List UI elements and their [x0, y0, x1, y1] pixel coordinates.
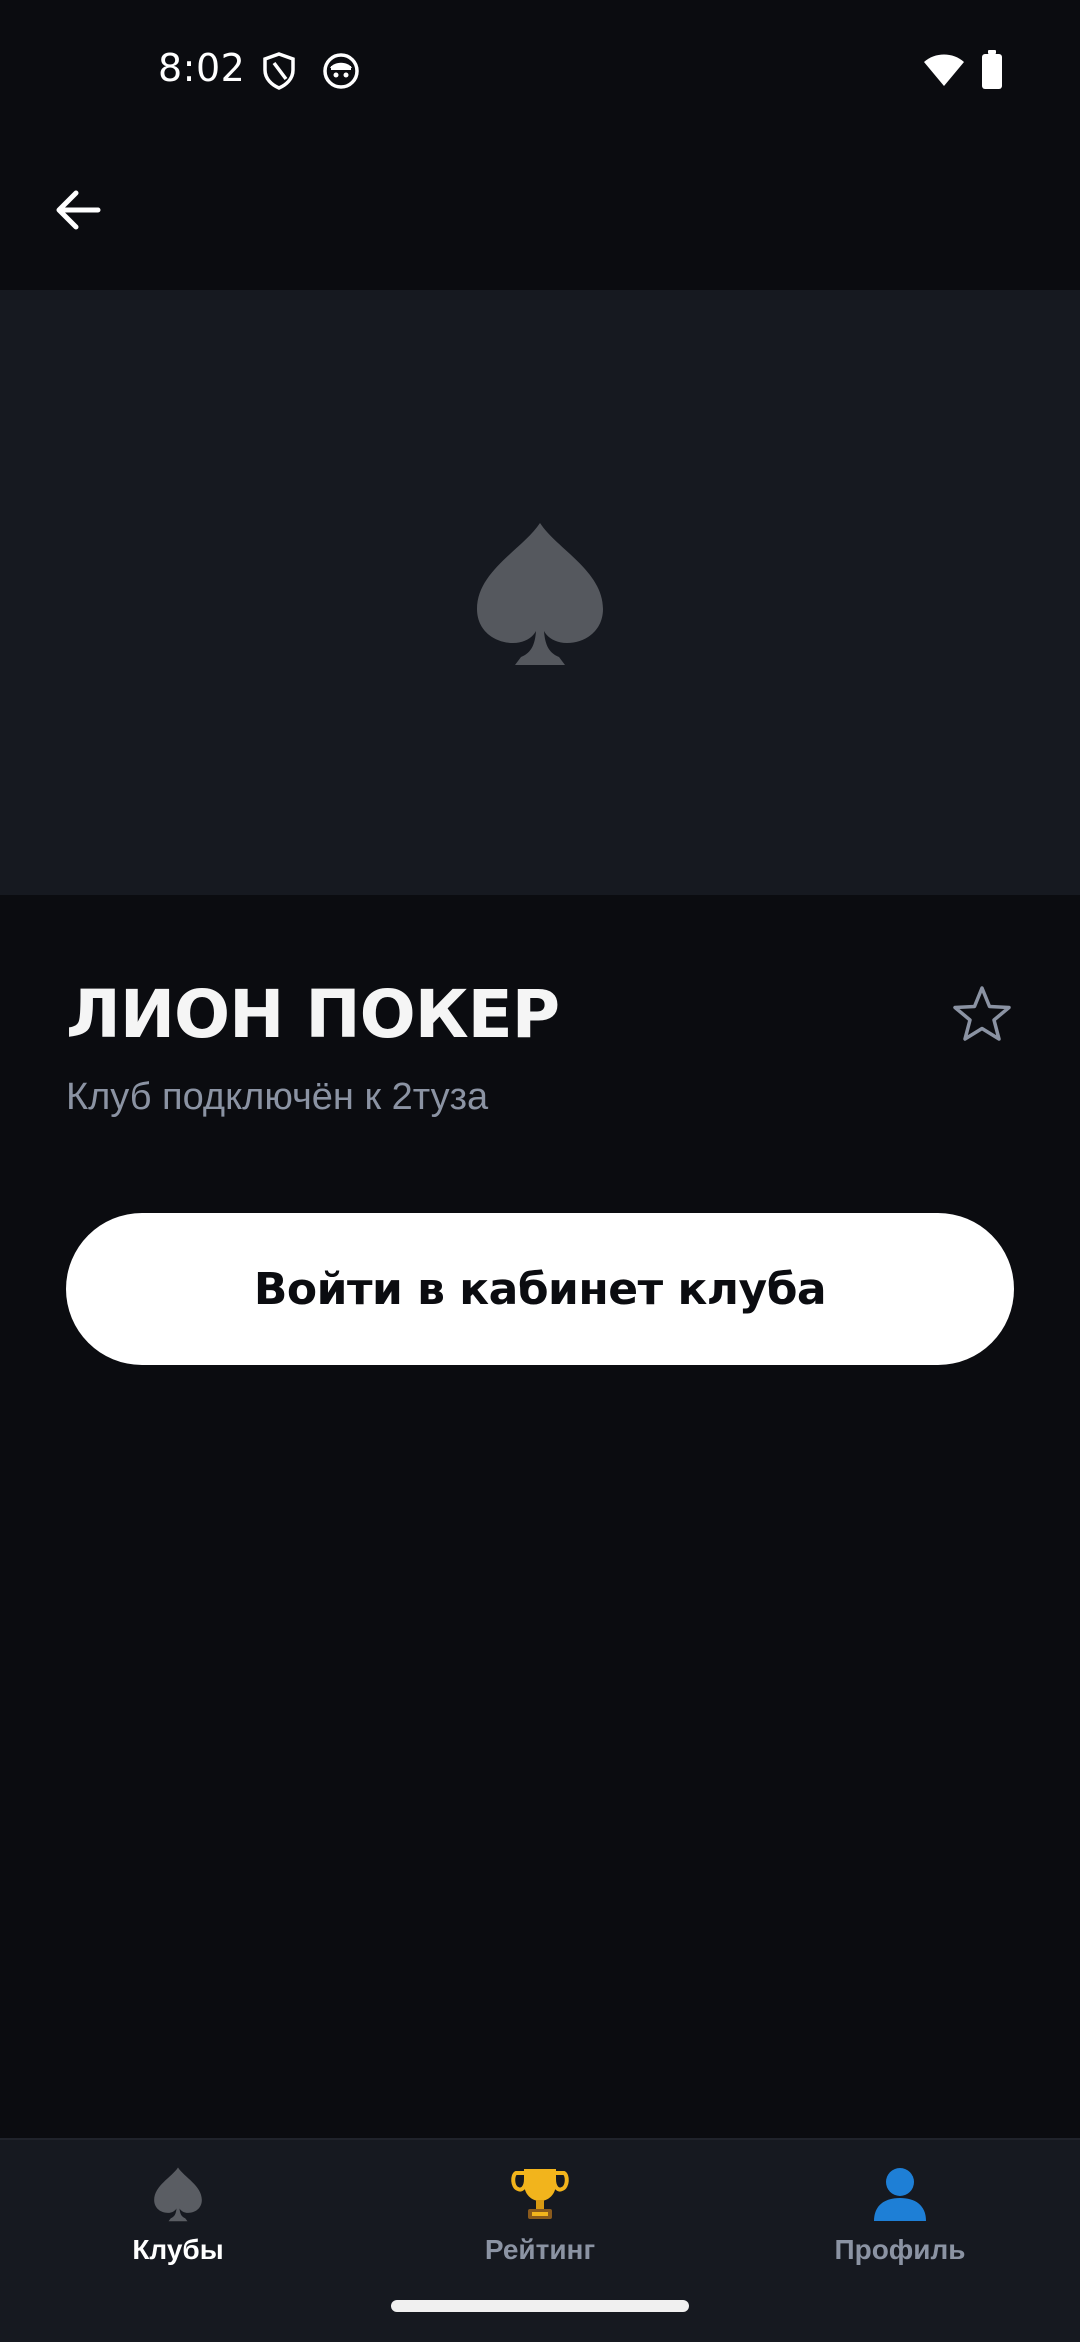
arrow-left-icon [56, 190, 101, 230]
cookie-face-icon [323, 53, 359, 89]
home-indicator[interactable] [391, 2300, 689, 2312]
shield-icon [263, 52, 295, 90]
nav-label-clubs: Клубы [132, 2234, 224, 2265]
trophy-icon [511, 2169, 569, 2219]
top-app-bar [0, 140, 1080, 290]
club-subtitle: Клуб подключён к 2туза [66, 1076, 489, 1118]
club-title: ЛИОН ПОКЕР [66, 976, 560, 1053]
favorite-button[interactable] [946, 978, 1018, 1050]
enter-club-cabinet-button[interactable]: Войти в кабинет клуба [66, 1213, 1014, 1365]
nav-item-profile[interactable]: Профиль [780, 2162, 1020, 2292]
person-icon [874, 2168, 926, 2221]
status-bar: 8:02 [0, 0, 1080, 140]
back-button[interactable] [38, 170, 118, 250]
spade-icon [154, 2167, 202, 2222]
nav-item-clubs[interactable]: Клубы [58, 2162, 298, 2292]
status-time: 8:02 [158, 46, 246, 90]
spade-icon [477, 522, 603, 665]
nav-label-profile: Профиль [834, 2234, 966, 2265]
nav-label-rating: Рейтинг [484, 2234, 596, 2265]
nav-item-rating[interactable]: Рейтинг [420, 2162, 660, 2292]
wifi-icon [924, 54, 964, 86]
star-outline-icon [953, 986, 1011, 1041]
club-banner [0, 290, 1080, 895]
battery-icon [982, 50, 1002, 89]
